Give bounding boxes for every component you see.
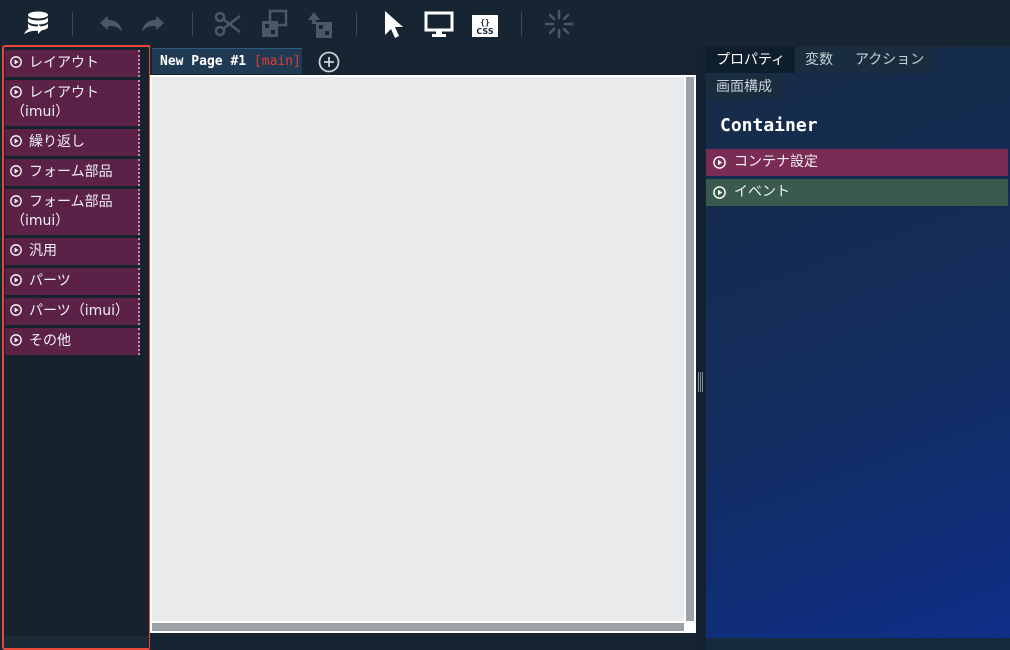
palette-item-label: レイアウト bbox=[29, 85, 99, 101]
section-label: コンテナ設定 bbox=[734, 154, 818, 170]
palette-item[interactable]: フォーム部品 （imui） bbox=[5, 189, 140, 235]
palette-item[interactable]: 繰り返し bbox=[5, 129, 140, 156]
palette-item[interactable]: その他 bbox=[5, 328, 140, 355]
expand-play-icon bbox=[713, 186, 726, 199]
palette-item-label: 繰り返し bbox=[29, 134, 85, 150]
palette-item-label: フォーム部品 bbox=[29, 164, 113, 180]
tab-new-page[interactable]: New Page #1 [main] bbox=[152, 48, 302, 74]
toolbar: {} CSS bbox=[0, 0, 1010, 48]
palette-footer bbox=[4, 636, 149, 648]
expand-play-icon bbox=[10, 195, 22, 207]
tab-actions[interactable]: アクション bbox=[845, 47, 935, 73]
expand-play-icon bbox=[10, 56, 22, 68]
expand-play-icon bbox=[10, 244, 22, 256]
palette-item[interactable]: レイアウト （imui） bbox=[5, 80, 140, 126]
tab-page-name: New Page #1 bbox=[160, 54, 247, 69]
panel-splitter[interactable] bbox=[696, 47, 705, 650]
properties-tabs: プロパティ 変数 アクション bbox=[706, 47, 1010, 73]
properties-footer bbox=[706, 638, 1010, 650]
expand-play-icon bbox=[10, 274, 22, 286]
select-pointer-icon[interactable] bbox=[378, 8, 410, 40]
svg-text:{}: {} bbox=[480, 18, 490, 27]
expand-play-icon bbox=[10, 135, 22, 147]
copy-icon[interactable] bbox=[258, 8, 290, 40]
add-tab-button[interactable] bbox=[318, 51, 340, 73]
section-events[interactable]: イベント bbox=[706, 179, 1008, 206]
plus-circle-icon bbox=[318, 51, 340, 73]
toolbar-separator bbox=[192, 12, 193, 36]
splitter-grip-icon[interactable] bbox=[698, 372, 703, 392]
palette-item-label: パーツ bbox=[29, 273, 71, 289]
palette-item[interactable]: フォーム部品 bbox=[5, 159, 140, 186]
loading-spinner-icon bbox=[543, 8, 575, 40]
design-canvas[interactable] bbox=[152, 77, 684, 621]
palette-item-sublabel: （imui） bbox=[11, 213, 70, 229]
palette-list: レイアウト レイアウト （imui） 繰り返し フォーム部品 フォーム部品 （imui） 汎用… bbox=[5, 50, 140, 358]
svg-text:CSS: CSS bbox=[476, 27, 493, 36]
page-tab-bar: New Page #1 [main] bbox=[150, 47, 696, 75]
tab-screen-structure[interactable]: 画面構成 bbox=[706, 75, 782, 99]
section-label: イベント bbox=[734, 184, 790, 200]
expand-play-icon bbox=[10, 334, 22, 346]
properties-panel: プロパティ 変数 アクション 画面構成 Container コンテナ設定 イベン… bbox=[706, 47, 1010, 650]
horizontal-scrollbar[interactable] bbox=[152, 623, 684, 631]
palette-item-label: フォーム部品 bbox=[29, 194, 113, 210]
palette-item[interactable]: レイアウト bbox=[5, 50, 140, 77]
paste-icon[interactable] bbox=[304, 8, 336, 40]
palette-item-label: その他 bbox=[29, 333, 71, 349]
section-container-settings[interactable]: コンテナ設定 bbox=[706, 149, 1008, 176]
component-title: Container bbox=[720, 115, 818, 136]
expand-play-icon bbox=[10, 165, 22, 177]
cut-icon[interactable] bbox=[212, 8, 244, 40]
design-canvas-frame bbox=[150, 75, 696, 633]
canvas-bottom-strip bbox=[150, 633, 696, 650]
toolbar-separator bbox=[72, 12, 73, 36]
preview-monitor-icon[interactable] bbox=[423, 8, 455, 40]
tab-properties[interactable]: プロパティ bbox=[706, 47, 796, 73]
expand-play-icon bbox=[713, 156, 726, 169]
palette-item[interactable]: パーツ bbox=[5, 268, 140, 295]
palette-item-label: パーツ（imui） bbox=[29, 303, 130, 319]
tab-variables[interactable]: 変数 bbox=[795, 47, 843, 73]
palette-item-label: レイアウト bbox=[29, 55, 99, 71]
undo-icon[interactable] bbox=[94, 8, 126, 40]
expand-play-icon bbox=[10, 304, 22, 316]
expand-play-icon bbox=[10, 86, 22, 98]
database-icon[interactable] bbox=[20, 8, 52, 40]
tab-branch-label: [main] bbox=[253, 54, 301, 69]
palette-item-sublabel: （imui） bbox=[11, 104, 70, 120]
redo-icon[interactable] bbox=[138, 8, 170, 40]
palette-item[interactable]: 汎用 bbox=[5, 238, 140, 265]
vertical-scrollbar[interactable] bbox=[686, 77, 694, 621]
toolbar-separator bbox=[356, 12, 357, 36]
palette-item[interactable]: パーツ（imui） bbox=[5, 298, 140, 325]
component-palette: レイアウト レイアウト （imui） 繰り返し フォーム部品 フォーム部品 （imui） 汎用… bbox=[2, 45, 151, 650]
palette-item-label: 汎用 bbox=[29, 243, 57, 259]
css-icon[interactable]: {} CSS bbox=[469, 8, 501, 40]
toolbar-separator bbox=[521, 12, 522, 36]
